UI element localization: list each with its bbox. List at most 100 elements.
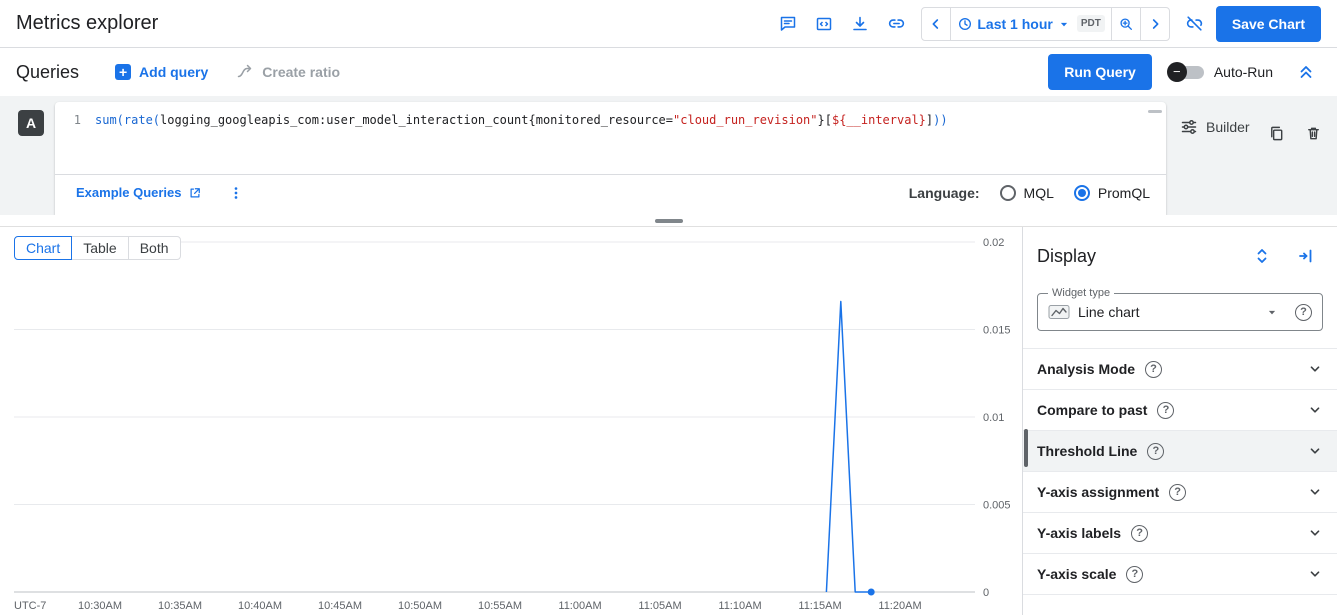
feedback-icon bbox=[779, 15, 797, 33]
time-forward-button[interactable] bbox=[1140, 8, 1169, 40]
create-ratio-button[interactable]: Create ratio bbox=[236, 63, 340, 81]
page-title: Metrics explorer bbox=[16, 12, 158, 35]
query-letter-badge: A bbox=[18, 110, 44, 136]
help-icon[interactable]: ? bbox=[1147, 443, 1164, 460]
builder-toggle-button[interactable]: Builder bbox=[1180, 118, 1250, 136]
section-y-axis-labels[interactable]: Y-axis labels ? bbox=[1023, 513, 1337, 554]
editor-footer: Example Queries Language: MQL PromQL bbox=[55, 174, 1166, 210]
svg-text:10:50AM: 10:50AM bbox=[398, 600, 442, 612]
collapse-queries-button[interactable] bbox=[1291, 57, 1321, 87]
save-chart-button[interactable]: Save Chart bbox=[1216, 6, 1321, 42]
svg-text:0.01: 0.01 bbox=[983, 412, 1004, 424]
svg-text:10:40AM: 10:40AM bbox=[238, 600, 282, 612]
svg-text:10:35AM: 10:35AM bbox=[158, 600, 202, 612]
main-content: Chart Table Both 0.020.0150.010.0050UTC-… bbox=[0, 227, 1337, 615]
pane-divider bbox=[0, 215, 1337, 227]
app-header: Metrics explorer bbox=[0, 0, 1337, 48]
chevron-down-icon bbox=[1307, 443, 1323, 459]
help-icon[interactable]: ? bbox=[1126, 566, 1143, 583]
copy-icon bbox=[1268, 125, 1285, 142]
run-query-button[interactable]: Run Query bbox=[1048, 54, 1152, 90]
tab-table[interactable]: Table bbox=[71, 236, 128, 260]
view-tabs: Chart Table Both bbox=[14, 236, 181, 260]
query-code-editor[interactable]: 1 sum(rate(logging_googleapis_com:user_m… bbox=[55, 102, 1166, 174]
plus-icon: + bbox=[115, 64, 131, 80]
clock-icon bbox=[957, 16, 973, 32]
query-editor-section: A 1 sum(rate(logging_googleapis_com:user… bbox=[0, 96, 1337, 215]
tune-icon bbox=[1180, 118, 1198, 136]
query-gutter: A bbox=[0, 102, 55, 215]
caret-down-icon bbox=[1265, 305, 1279, 319]
zoom-time-button[interactable] bbox=[1111, 8, 1140, 40]
radio-icon bbox=[1074, 185, 1090, 201]
svg-text:UTC-7: UTC-7 bbox=[14, 600, 46, 612]
link-icon bbox=[887, 14, 906, 33]
chevron-down-icon bbox=[1307, 361, 1323, 377]
header-toolbar: Last 1 hour PDT Save Chart bbox=[773, 6, 1321, 42]
section-threshold-line[interactable]: Threshold Line ? bbox=[1023, 431, 1337, 472]
svg-text:11:20AM: 11:20AM bbox=[878, 600, 921, 612]
language-selector: Language: MQL PromQL bbox=[909, 185, 1150, 201]
section-y-axis-scale[interactable]: Y-axis scale ? bbox=[1023, 554, 1337, 595]
section-compare-to-past[interactable]: Compare to past ? bbox=[1023, 390, 1337, 431]
line-chart-icon bbox=[1048, 303, 1070, 321]
help-icon[interactable]: ? bbox=[1131, 525, 1148, 542]
query-tools: Builder bbox=[1166, 102, 1337, 215]
queries-title: Queries bbox=[16, 62, 79, 83]
svg-text:0: 0 bbox=[983, 587, 989, 599]
svg-text:0.005: 0.005 bbox=[983, 500, 1011, 512]
display-panel: Display Widget type Line chart bbox=[1022, 227, 1337, 615]
section-y-axis-assignment[interactable]: Y-axis assignment ? bbox=[1023, 472, 1337, 513]
chart-pane: Chart Table Both 0.020.0150.010.0050UTC-… bbox=[0, 227, 1022, 615]
radio-icon bbox=[1000, 185, 1016, 201]
copy-query-button[interactable] bbox=[1268, 118, 1287, 148]
expand-collapse-sections-button[interactable] bbox=[1247, 241, 1277, 271]
help-icon[interactable]: ? bbox=[1295, 304, 1312, 321]
language-radio-promql[interactable]: PromQL bbox=[1074, 185, 1150, 201]
add-query-button[interactable]: + Add query bbox=[115, 64, 208, 80]
time-back-button[interactable] bbox=[922, 8, 950, 40]
section-analysis-mode[interactable]: Analysis Mode ? bbox=[1023, 349, 1337, 390]
language-radio-mql[interactable]: MQL bbox=[1000, 185, 1054, 201]
collapse-all-icon bbox=[1297, 63, 1315, 81]
embed-chart-button[interactable] bbox=[809, 9, 839, 39]
close-panel-button[interactable] bbox=[1291, 241, 1321, 271]
widget-type-value: Line chart bbox=[1078, 304, 1139, 320]
help-icon[interactable]: ? bbox=[1157, 402, 1174, 419]
kebab-menu-icon bbox=[228, 185, 244, 201]
time-range-label: Last 1 hour bbox=[977, 16, 1052, 32]
trash-icon bbox=[1305, 125, 1322, 142]
feedback-button[interactable] bbox=[773, 9, 803, 39]
chevron-down-icon bbox=[1307, 525, 1323, 541]
svg-text:0.02: 0.02 bbox=[983, 237, 1004, 249]
timeseries-chart[interactable]: 0.020.0150.010.0050UTC-710:30AM10:35AM10… bbox=[0, 227, 1022, 615]
resize-handle[interactable] bbox=[655, 219, 683, 223]
query-menu-button[interactable] bbox=[224, 181, 248, 205]
example-queries-link[interactable]: Example Queries bbox=[76, 185, 202, 200]
tab-chart[interactable]: Chart bbox=[14, 236, 72, 260]
display-title: Display bbox=[1037, 246, 1096, 267]
svg-text:10:55AM: 10:55AM bbox=[478, 600, 522, 612]
editor-scrollbar[interactable] bbox=[1148, 110, 1162, 113]
widget-type-select[interactable]: Widget type Line chart ? bbox=[1037, 293, 1323, 331]
time-range-control: Last 1 hour PDT bbox=[921, 7, 1169, 41]
time-range-dropdown[interactable]: Last 1 hour PDT bbox=[950, 8, 1110, 40]
disable-link-icon bbox=[1185, 14, 1204, 33]
panel-scrollbar-thumb[interactable] bbox=[1024, 429, 1028, 467]
download-button[interactable] bbox=[845, 9, 875, 39]
help-icon[interactable]: ? bbox=[1169, 484, 1186, 501]
chevron-right-icon bbox=[1147, 16, 1163, 32]
language-label: Language: bbox=[909, 185, 980, 201]
delete-query-button[interactable] bbox=[1304, 118, 1323, 148]
external-link-icon bbox=[188, 186, 202, 200]
disable-chart-link-button[interactable] bbox=[1180, 9, 1210, 39]
tab-both[interactable]: Both bbox=[128, 236, 181, 260]
auto-run-toggle[interactable]: − bbox=[1170, 66, 1204, 79]
chevron-down-icon bbox=[1307, 566, 1323, 582]
svg-text:10:30AM: 10:30AM bbox=[78, 600, 122, 612]
zoom-in-icon bbox=[1118, 16, 1134, 32]
help-icon[interactable]: ? bbox=[1145, 361, 1162, 378]
share-link-button[interactable] bbox=[881, 9, 911, 39]
display-panel-header: Display bbox=[1023, 227, 1337, 271]
queries-bar: Queries + Add query Create ratio Run Que… bbox=[0, 48, 1337, 96]
